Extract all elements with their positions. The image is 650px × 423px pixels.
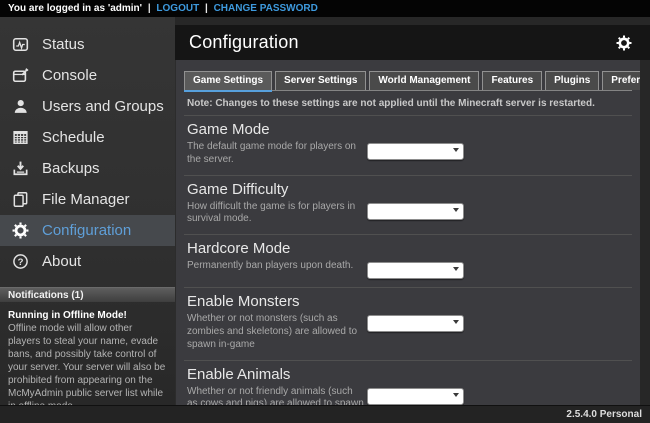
backups-icon: [12, 160, 29, 177]
configuration-content: Game Settings Server Settings World Mana…: [175, 60, 640, 405]
status-icon: [12, 36, 29, 53]
restart-note: Note: Changes to these settings are not …: [184, 91, 632, 115]
sidebar-item-users-and-groups[interactable]: Users and Groups: [0, 91, 175, 122]
sidebar-item-file-manager[interactable]: File Manager: [0, 184, 175, 215]
sidebar-item-label: Status: [42, 36, 85, 53]
sidebar: Status Console Users and Groups: [0, 17, 175, 405]
select-wrapper: [367, 201, 464, 220]
sidebar-menu: Status Console Users and Groups: [0, 17, 175, 277]
notification-message: Running in Offline Mode! Offline mode wi…: [0, 302, 175, 420]
sidebar-item-status[interactable]: Status: [0, 29, 175, 60]
tab-features[interactable]: Features: [482, 71, 542, 90]
setting-title: Enable Monsters: [187, 293, 629, 310]
notification-text: Offline mode will allow other players to…: [8, 322, 167, 413]
setting-description: How difficult the game is for players in…: [187, 201, 365, 227]
setting-row: Game Difficulty How difficult the game i…: [184, 175, 632, 235]
select-wrapper: [367, 141, 464, 160]
setting-row: Enable Monsters Whether or not monsters …: [184, 287, 632, 359]
notifications-header[interactable]: Notifications (1): [0, 287, 175, 302]
sidebar-item-console[interactable]: Console: [0, 60, 175, 91]
select-wrapper: [367, 260, 464, 279]
setting-title: Enable Animals: [187, 366, 629, 383]
setting-description: Whether or not friendly animals (such as…: [187, 386, 365, 405]
sidebar-item-label: Backups: [42, 160, 100, 177]
sidebar-item-backups[interactable]: Backups: [0, 153, 175, 184]
main-header: Configuration: [175, 25, 650, 60]
version-bar: 2.5.4.0 Personal: [0, 405, 650, 423]
enable-animals-select[interactable]: [367, 388, 464, 405]
users-icon: [12, 98, 29, 115]
setting-title: Hardcore Mode: [187, 240, 629, 257]
setting-description: The default game mode for players on the…: [187, 141, 365, 167]
tab-world-management[interactable]: World Management: [369, 71, 479, 90]
tab-preferences[interactable]: Preferences: [602, 71, 640, 90]
change-password-link[interactable]: CHANGE PASSWORD: [214, 3, 318, 14]
file-manager-icon: [12, 191, 29, 208]
sidebar-item-label: About: [42, 253, 81, 270]
settings-gear-icon[interactable]: [616, 35, 632, 51]
sidebar-item-about[interactable]: ? About: [0, 246, 175, 277]
main-panel: Configuration Game Settings Server Setti…: [175, 17, 650, 405]
tab-plugins[interactable]: Plugins: [545, 71, 599, 90]
game-mode-select[interactable]: [367, 143, 464, 160]
logged-in-text: You are logged in as 'admin': [8, 3, 142, 14]
separator: |: [148, 3, 151, 14]
tab-strip: Game Settings Server Settings World Mana…: [184, 71, 632, 91]
gear-icon: [12, 222, 29, 239]
question-icon: ?: [12, 253, 29, 270]
page-title: Configuration: [189, 32, 299, 53]
enable-monsters-select[interactable]: [367, 315, 464, 332]
sidebar-item-label: Users and Groups: [42, 98, 164, 115]
setting-title: Game Mode: [187, 121, 629, 138]
console-icon: [12, 67, 29, 84]
select-wrapper: [367, 386, 464, 405]
notification-title: Running in Offline Mode!: [8, 309, 167, 322]
sidebar-item-label: Console: [42, 67, 97, 84]
setting-description: Whether or not monsters (such as zombies…: [187, 313, 365, 351]
logout-link[interactable]: LOGOUT: [156, 3, 199, 14]
sidebar-item-label: File Manager: [42, 191, 130, 208]
tab-game-settings[interactable]: Game Settings: [184, 71, 272, 90]
setting-row: Game Mode The default game mode for play…: [184, 115, 632, 175]
top-status-bar: You are logged in as 'admin' | LOGOUT | …: [0, 0, 650, 17]
version-label: 2.5.4.0 Personal: [566, 409, 642, 420]
select-wrapper: [367, 313, 464, 332]
setting-title: Game Difficulty: [187, 181, 629, 198]
setting-row: Hardcore Mode Permanently ban players up…: [184, 234, 632, 287]
sidebar-item-label: Schedule: [42, 129, 105, 146]
sidebar-item-label: Configuration: [42, 222, 131, 239]
setting-row: Enable Animals Whether or not friendly a…: [184, 360, 632, 405]
separator: |: [205, 3, 208, 14]
tab-server-settings[interactable]: Server Settings: [275, 71, 366, 90]
sidebar-item-schedule[interactable]: Schedule: [0, 122, 175, 153]
game-difficulty-select[interactable]: [367, 203, 464, 220]
svg-text:?: ?: [18, 257, 24, 268]
schedule-icon: [12, 129, 29, 146]
sidebar-item-configuration[interactable]: Configuration: [0, 215, 175, 246]
hardcore-mode-select[interactable]: [367, 262, 464, 279]
setting-description: Permanently ban players upon death.: [187, 260, 365, 273]
